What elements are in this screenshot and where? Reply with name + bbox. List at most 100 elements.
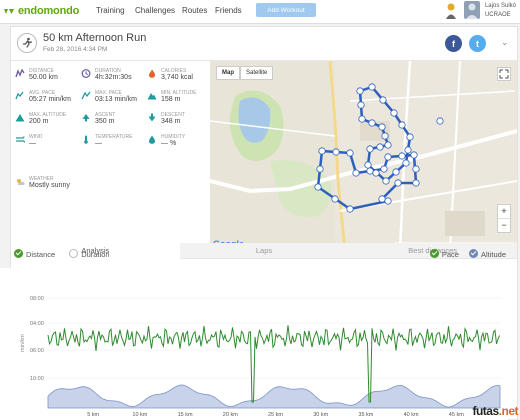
series-toggle: Pace Altitude xyxy=(429,249,506,259)
watermark-sub: .net xyxy=(498,404,519,418)
stat-descent: Descent 348 m xyxy=(147,112,213,134)
x-tick-label: 35 km xyxy=(358,412,373,418)
user-name-line-1: Lajos Sulkó xyxy=(484,3,516,9)
stat-value: 05:27 min/km xyxy=(29,96,72,103)
stat-duration: Duration 4h:32m:30s xyxy=(81,68,147,90)
weather-icon xyxy=(17,179,25,185)
stat-value: 4h:32m:30s xyxy=(95,74,132,81)
pace-altitude-chart[interactable]: 08:00 04:00 06:00 10:00 5 km 10 km 15 km 20 km… xyxy=(0,268,508,420)
y-tick-label: 04:00 xyxy=(30,321,44,327)
duration-icon xyxy=(81,69,91,78)
stat-min-altitude: Min. Altitude 158 m xyxy=(147,90,213,112)
stat-value: — % xyxy=(161,140,177,147)
stat-avg-pace: Avg. Pace 05:27 min/km xyxy=(15,90,81,112)
user-area: Lajos Sulkó UCRAOE xyxy=(442,1,516,19)
chevron-down-icon[interactable]: ⌄ xyxy=(501,37,509,48)
y-tick-label: 06:00 xyxy=(30,348,44,354)
x-tick-label: 20 km xyxy=(223,412,238,418)
duration-toggle[interactable]: Duration xyxy=(69,249,110,259)
avatar-runner[interactable] xyxy=(442,1,459,19)
max-altitude-icon xyxy=(15,114,25,122)
x-tick-label: 45 km xyxy=(449,412,464,418)
tab-laps[interactable]: Laps xyxy=(179,243,349,259)
futas-watermark: futas.net xyxy=(472,404,518,418)
x-tick-label: 10 km xyxy=(132,412,147,418)
distance-icon xyxy=(15,69,25,78)
add-workout-button[interactable]: Add Workout xyxy=(256,3,316,17)
y-tick-label: 10:00 xyxy=(30,376,44,382)
watermark-main: futas xyxy=(472,404,499,418)
twitter-share-icon[interactable]: t xyxy=(469,35,486,52)
satellite-view-button[interactable]: Satellite xyxy=(240,66,274,80)
y-axis-label: min/km xyxy=(20,334,26,352)
workout-stats: Distance 50.00 km Duration 4h:32m:30s Ca… xyxy=(15,65,211,241)
calories-icon xyxy=(149,69,155,78)
map-type-toggle: Map Satellite xyxy=(216,66,274,80)
distance-toggle-label: Distance xyxy=(26,250,56,259)
user-name[interactable]: Lajos Sulkó UCRAOE xyxy=(485,1,516,19)
stat-value: — xyxy=(95,140,102,147)
top-nav: endomondo Training Challenges Routes Fri… xyxy=(0,0,520,24)
humidity-icon xyxy=(149,135,155,144)
y-tick-label: 08:00 xyxy=(30,296,44,302)
x-tick-label: 40 km xyxy=(404,412,419,418)
max-pace-icon xyxy=(81,91,91,100)
stat-value: 350 m xyxy=(95,118,115,125)
pace-toggle[interactable]: Pace xyxy=(429,249,459,259)
nav-challenges[interactable]: Challenges xyxy=(135,6,175,15)
stat-max-altitude: Max. Altitude 200 m xyxy=(15,112,81,134)
nav-routes[interactable]: Routes xyxy=(182,6,207,15)
map-canvas xyxy=(210,61,517,251)
stat-value: — xyxy=(29,140,36,147)
check-icon xyxy=(468,249,478,258)
ascent-icon xyxy=(82,114,90,122)
check-icon xyxy=(429,249,439,258)
zoom-in-button[interactable]: + xyxy=(498,205,510,219)
brand-name: endomondo xyxy=(18,5,80,17)
stat-distance: Distance 50.00 km xyxy=(15,68,81,90)
altitude-toggle[interactable]: Altitude xyxy=(468,249,506,259)
running-sport-icon xyxy=(17,33,37,53)
stat-value: 348 m xyxy=(161,118,181,125)
stat-temperature: Temperature — xyxy=(81,134,147,156)
stat-wind: Wind — xyxy=(15,134,81,156)
pace-toggle-label: Pace xyxy=(441,250,459,259)
map-view-button[interactable]: Map xyxy=(216,66,240,80)
distance-toggle[interactable]: Distance xyxy=(14,249,55,259)
stat-value: 158 m xyxy=(161,96,181,103)
stat-value: 3,740 kcal xyxy=(161,74,193,81)
duration-toggle-label: Duration xyxy=(81,250,110,259)
x-tick-label: 30 km xyxy=(313,412,328,418)
check-icon xyxy=(14,249,23,258)
stat-weather: Weather Mostly sunny xyxy=(15,176,95,198)
x-tick-label: 25 km xyxy=(268,412,283,418)
stat-max-pace: Max. Pace 03:13 min/km xyxy=(81,90,147,112)
radio-empty-icon xyxy=(69,249,79,258)
avg-pace-icon xyxy=(15,91,24,100)
stat-value: 200 m xyxy=(29,118,49,125)
altitude-toggle-label: Altitude xyxy=(480,250,506,259)
zoom-out-button[interactable]: − xyxy=(498,219,510,232)
stat-value: 03:13 min/km xyxy=(95,96,138,103)
stat-value: Mostly sunny xyxy=(29,182,70,189)
descent-icon xyxy=(148,113,156,122)
x-tick-label: 5 km xyxy=(87,412,99,418)
stat-calories: Calories 3,740 kcal xyxy=(147,68,213,90)
workout-date: Feb 28, 2016 4:34 PM xyxy=(43,46,108,53)
workout-header: 50 km Afternoon Run Feb 28, 2016 4:34 PM… xyxy=(11,27,517,61)
wind-icon xyxy=(16,136,25,143)
nav-training[interactable]: Training xyxy=(96,6,125,15)
x-tick-label: 15 km xyxy=(178,412,193,418)
user-name-line-2: UCRAOE xyxy=(484,12,511,18)
stat-value: 50.00 km xyxy=(29,74,58,81)
min-altitude-icon xyxy=(147,93,157,100)
endomondo-logo[interactable]: endomondo xyxy=(3,3,79,19)
nav-friends[interactable]: Friends xyxy=(215,6,242,15)
workout-title: 50 km Afternoon Run xyxy=(43,32,147,44)
fullscreen-icon[interactable] xyxy=(497,67,511,81)
route-map[interactable]: Map Satellite + − Google Map data ©2016 … xyxy=(210,61,517,251)
stat-ascent: Ascent 350 m xyxy=(81,112,147,134)
avatar-user[interactable] xyxy=(463,1,480,19)
temperature-icon xyxy=(84,135,88,144)
facebook-share-icon[interactable]: f xyxy=(445,35,462,52)
